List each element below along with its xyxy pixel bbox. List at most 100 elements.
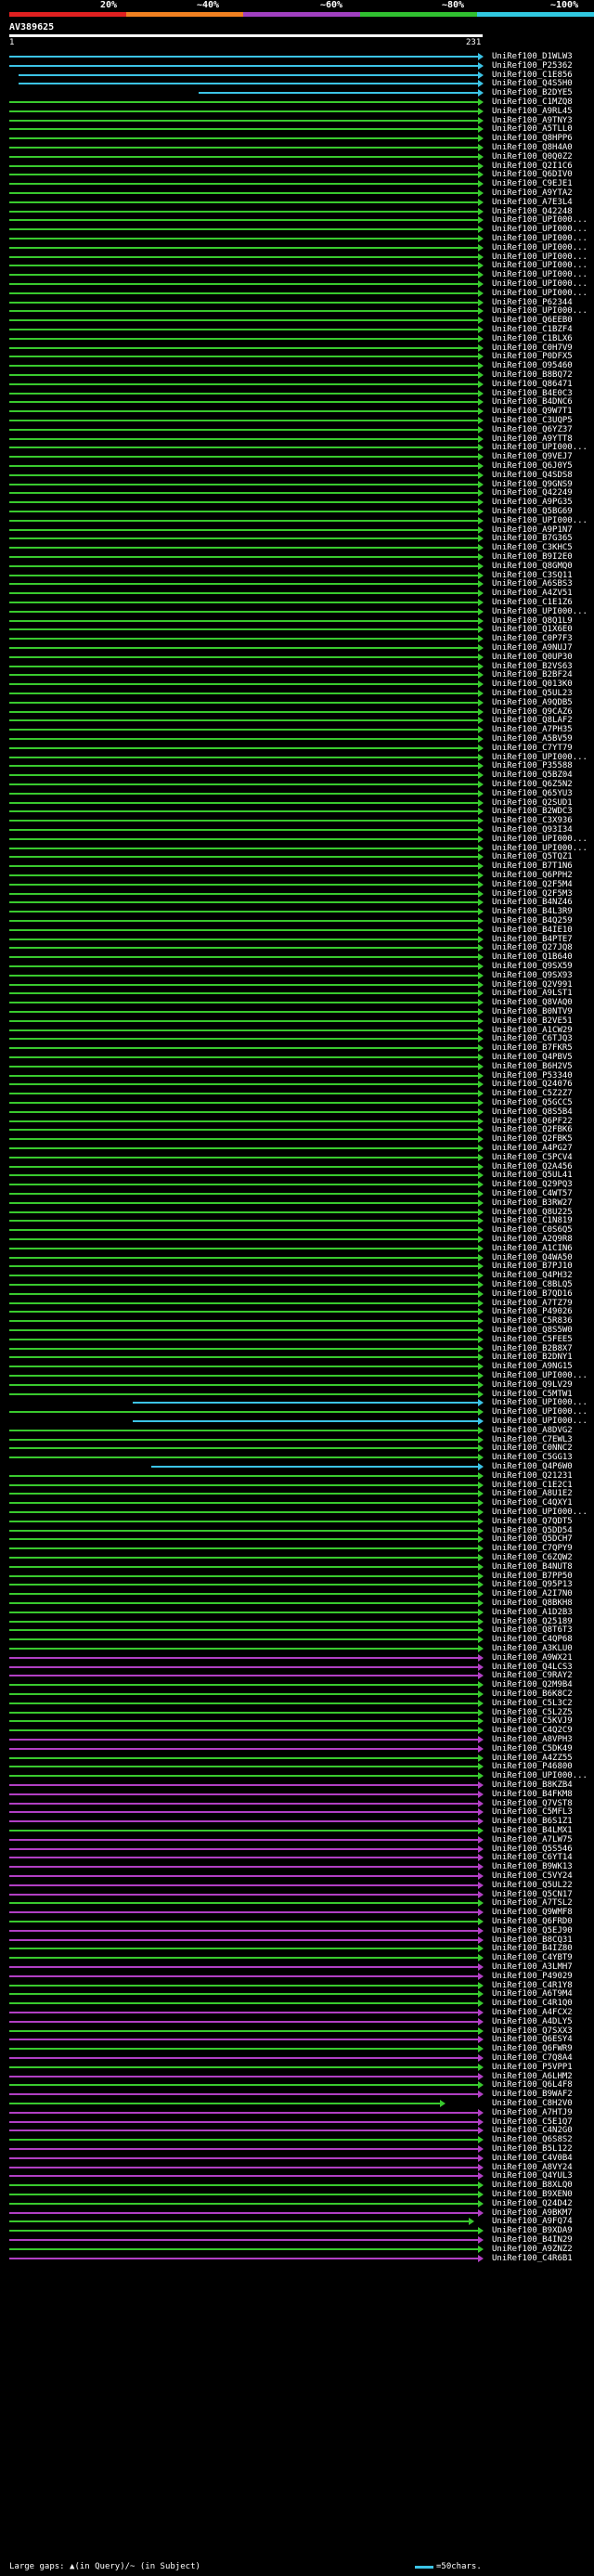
alignment-arrow-icon — [478, 189, 484, 197]
alignment-bar — [9, 920, 479, 922]
identity-color-scale — [9, 12, 594, 17]
query-end: 231 — [466, 38, 482, 47]
alignment-bar — [9, 783, 479, 785]
alignment-bar — [9, 174, 479, 176]
alignment-bar — [9, 192, 479, 194]
alignment-arrow-icon — [478, 2063, 484, 2071]
alignment-bar — [9, 2230, 479, 2233]
alignment-arrow-icon — [478, 707, 484, 716]
alignment-arrow-icon — [478, 326, 484, 333]
alignment-arrow-icon — [478, 2199, 484, 2207]
alignment-arrow-icon — [478, 553, 484, 561]
query-bar — [9, 34, 483, 37]
alignment-arrow-icon — [478, 1380, 484, 1389]
alignment-bar — [9, 2129, 479, 2132]
alignment-bar — [9, 255, 479, 258]
alignment-arrow-icon — [478, 762, 484, 770]
alignment-arrow-icon — [478, 626, 484, 634]
alignment-bar — [9, 746, 479, 749]
legend-label-40: ~40% — [197, 0, 220, 10]
alignment-arrow-icon — [478, 1717, 484, 1726]
alignment-bar — [9, 1038, 479, 1041]
alignment-bar — [9, 1392, 479, 1395]
alignment-arrow-icon — [478, 1963, 484, 1971]
alignment-bar — [9, 1247, 479, 1249]
alignment-bar — [9, 2139, 479, 2142]
alignment-bar — [9, 2029, 479, 2032]
alignment-arrow-icon — [478, 1217, 484, 1225]
alignment-bar — [9, 2039, 479, 2041]
alignment-arrow-icon — [478, 107, 484, 115]
alignment-bar — [9, 1574, 479, 1577]
alignment-arrow-icon — [478, 817, 484, 825]
alignment-bar — [9, 1502, 479, 1505]
alignment-arrow-icon — [478, 2000, 484, 2008]
alignment-arrow-icon — [478, 1581, 484, 1589]
alignment-arrow-icon — [478, 471, 484, 479]
alignment-arrow-icon — [478, 1808, 484, 1817]
alignment-bar — [9, 1238, 479, 1240]
alignment-arrow-icon — [478, 1626, 484, 1635]
alignment-arrow-icon — [478, 1535, 484, 1544]
alignment-bar — [9, 1857, 479, 1859]
alignment-arrow-icon — [478, 535, 484, 543]
alignment-bar — [9, 1929, 479, 1932]
alignment-arrow-icon — [478, 1408, 484, 1417]
alignment-bar — [9, 2111, 479, 2114]
alignment-arrow-icon — [478, 1990, 484, 1999]
alignment-arrow-icon — [478, 1835, 484, 1844]
alignment-bar — [9, 1229, 479, 1232]
alignment-bar — [9, 1775, 479, 1778]
alignment-bar — [9, 1620, 479, 1623]
alignment-bar — [9, 137, 479, 140]
alignment-bar — [9, 2057, 479, 2059]
identity-legend: 20% ~40% ~60% ~80% ~100% — [0, 0, 594, 13]
alignment-bar — [9, 655, 479, 658]
alignment-arrow-icon — [478, 607, 484, 615]
alignment-bar — [9, 1210, 479, 1213]
alignment-arrow-icon — [478, 1517, 484, 1525]
alignment-arrow-icon — [478, 1554, 484, 1561]
alignment-bar — [9, 774, 479, 777]
alignment-arrow-icon — [478, 2036, 484, 2044]
alignment-arrow-icon — [478, 1272, 484, 1280]
alignment-bar — [9, 883, 479, 886]
alignment-arrow-icon — [478, 2045, 484, 2053]
alignment-arrow-icon — [478, 1708, 484, 1716]
alignment-bar — [9, 356, 479, 358]
scale-label: =50chars. — [436, 2562, 482, 2571]
alignment-arrow-icon — [478, 1599, 484, 1607]
alignment-arrow-icon — [478, 489, 484, 498]
alignment-arrow-icon — [478, 2136, 484, 2144]
alignment-bar — [9, 1911, 479, 1914]
alignment-bar — [9, 128, 479, 131]
alignment-bar — [9, 1811, 479, 1814]
alignment-bar — [9, 319, 479, 322]
alignment-bar — [9, 619, 479, 622]
alignment-bar — [9, 1565, 479, 1568]
alignment-arrow-icon — [478, 525, 484, 534]
alignment-bar — [9, 420, 479, 421]
scale-bar — [415, 2566, 433, 2569]
alignment-arrow-icon — [478, 1335, 484, 1343]
alignment-arrow-icon — [478, 2154, 484, 2162]
alignment-bar — [9, 1593, 479, 1596]
alignment-bar — [9, 1538, 479, 1541]
alignment-arrow-icon — [478, 1490, 484, 1498]
alignment-arrow-icon — [478, 162, 484, 170]
alignment-arrow-icon — [478, 717, 484, 725]
alignment-arrow-icon — [440, 2100, 446, 2107]
alignment-bar — [9, 892, 479, 895]
alignment-arrow-icon — [478, 1899, 484, 1908]
alignment-arrow-icon — [478, 1526, 484, 1534]
alignment-bar — [9, 901, 479, 904]
alignment-arrow-icon — [478, 2091, 484, 2099]
hit-label[interactable]: UniRef100_C4R6B1 — [492, 2253, 573, 2264]
alignment-arrow-icon — [478, 2017, 484, 2026]
alignment-bar — [9, 1830, 479, 1832]
alignment-arrow-icon — [478, 1071, 484, 1080]
alignment-bar — [9, 1866, 479, 1869]
alignment-bar — [9, 583, 479, 586]
alignment-row[interactable]: UniRef100_C4R6B1 — [0, 2253, 594, 2264]
alignment-arrow-icon — [478, 771, 484, 780]
